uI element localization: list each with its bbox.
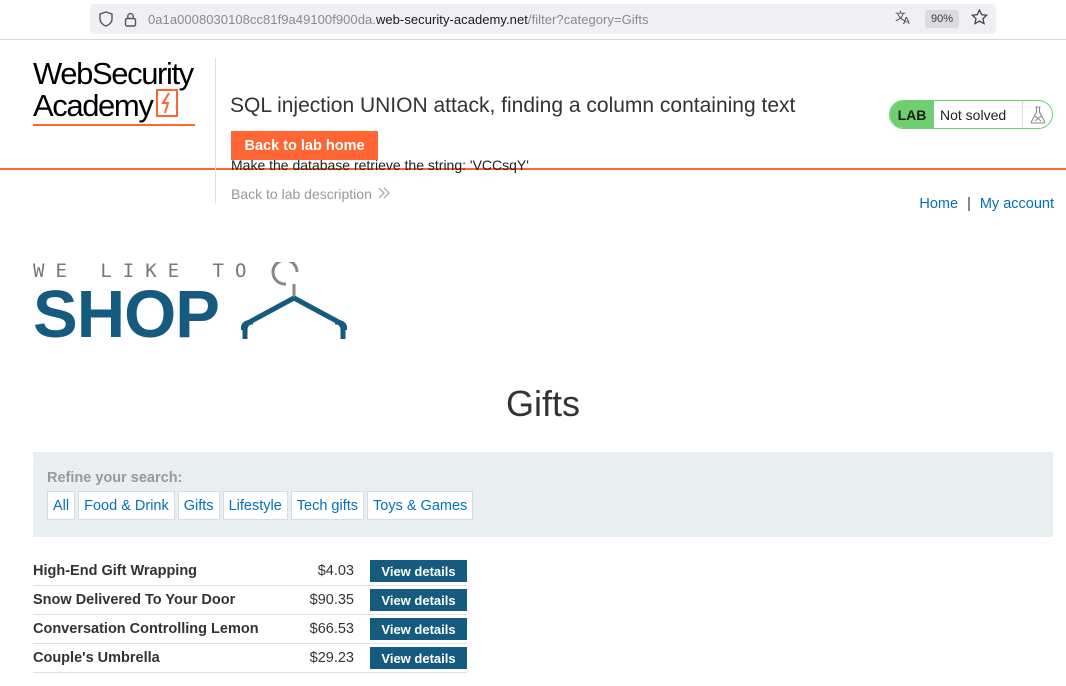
logo-text-line2: Academy — [33, 88, 154, 123]
product-price: $29.23 — [309, 650, 354, 666]
nav-home-link[interactable]: Home — [919, 196, 958, 212]
lab-status-widget: LAB Not solved — [889, 100, 1053, 129]
back-to-lab-home-button[interactable]: Back to lab home — [231, 131, 378, 160]
product-price: $4.03 — [317, 563, 354, 579]
product-name: Snow Delivered To Your Door — [33, 592, 236, 608]
filter-food-drink[interactable]: Food & Drink — [78, 491, 175, 520]
filter-tech-gifts[interactable]: Tech gifts — [290, 491, 365, 520]
back-to-lab-description-link[interactable]: Back to lab description — [231, 186, 390, 202]
nav-separator: | — [967, 196, 971, 212]
url-text[interactable]: 0a1a0008030108cc81f9a49100f900da.web-sec… — [148, 12, 649, 27]
logo-bolt-icon — [156, 89, 179, 122]
product-price: $90.35 — [309, 592, 354, 608]
browser-toolbar: 0a1a0008030108cc81f9a49100f900da.web-sec… — [0, 0, 1066, 40]
lab-title: SQL injection UNION attack, finding a co… — [230, 94, 796, 117]
table-row: Snow Delivered To Your Door $90.35 View … — [33, 586, 467, 615]
top-nav: Home | My account — [919, 196, 1054, 212]
view-details-button[interactable]: View details — [370, 647, 467, 669]
address-bar[interactable]: 0a1a0008030108cc81f9a49100f900da.web-sec… — [90, 4, 996, 34]
logo-underline — [33, 124, 195, 126]
lab-status-text: Not solved — [940, 106, 1007, 123]
view-details-button[interactable]: View details — [370, 560, 467, 582]
translate-icon[interactable]: 文A — [895, 9, 913, 30]
zoom-level-badge[interactable]: 90% — [924, 10, 959, 28]
product-price: $66.53 — [309, 621, 354, 637]
lab-header: WebSecurity Academy SQL injection UNION … — [0, 40, 1066, 204]
double-chevron-right-icon — [378, 186, 390, 202]
shop-wordmark: SHOP — [33, 277, 220, 352]
back-to-lab-description-label: Back to lab description — [231, 186, 372, 202]
clothes-hanger-icon — [240, 258, 348, 347]
web-security-academy-logo[interactable]: WebSecurity Academy — [33, 58, 195, 126]
url-domain: web-security-academy.net — [375, 11, 528, 27]
lab-badge: LAB — [890, 101, 934, 128]
view-details-button[interactable]: View details — [370, 618, 467, 640]
lock-icon[interactable] — [122, 11, 138, 27]
logo-text-line1: WebSecurity — [33, 56, 194, 91]
refine-search-panel: Refine your search: All Food & Drink Gif… — [33, 452, 1053, 537]
product-table: High-End Gift Wrapping $4.03 View detail… — [33, 557, 467, 673]
filter-gifts[interactable]: Gifts — [177, 491, 220, 520]
product-name: High-End Gift Wrapping — [33, 563, 198, 579]
header-divider — [215, 58, 216, 204]
logo-text-line2-wrap: Academy — [33, 89, 195, 122]
svg-text:A: A — [903, 16, 910, 25]
lab-objective-text: Make the database retrieve the string: '… — [231, 157, 529, 173]
product-name: Conversation Controlling Lemon — [33, 621, 259, 637]
bookmark-star-icon[interactable] — [970, 7, 989, 30]
table-row: Conversation Controlling Lemon $66.53 Vi… — [33, 615, 467, 644]
refine-search-title: Refine your search: — [47, 470, 183, 486]
nav-my-account-link[interactable]: My account — [980, 196, 1054, 212]
url-path: /filter?category=Gifts — [527, 11, 649, 27]
filter-all[interactable]: All — [47, 491, 76, 520]
table-row: Couple's Umbrella $29.23 View details — [33, 644, 467, 673]
page-title: Gifts — [505, 383, 580, 424]
flask-icon — [1022, 101, 1052, 128]
filter-toys-games[interactable]: Toys & Games — [367, 491, 474, 520]
filter-lifestyle[interactable]: Lifestyle — [222, 491, 288, 520]
table-row: High-End Gift Wrapping $4.03 View detail… — [33, 557, 467, 586]
category-filters: All Food & Drink Gifts Lifestyle Tech gi… — [47, 491, 476, 520]
url-subdomain: 0a1a0008030108cc81f9a49100f900da. — [148, 11, 376, 27]
shop-logo[interactable]: WE LIKE TO SHOP — [33, 260, 257, 348]
product-name: Couple's Umbrella — [33, 650, 160, 666]
view-details-button[interactable]: View details — [370, 589, 467, 611]
shield-icon[interactable] — [98, 11, 114, 27]
